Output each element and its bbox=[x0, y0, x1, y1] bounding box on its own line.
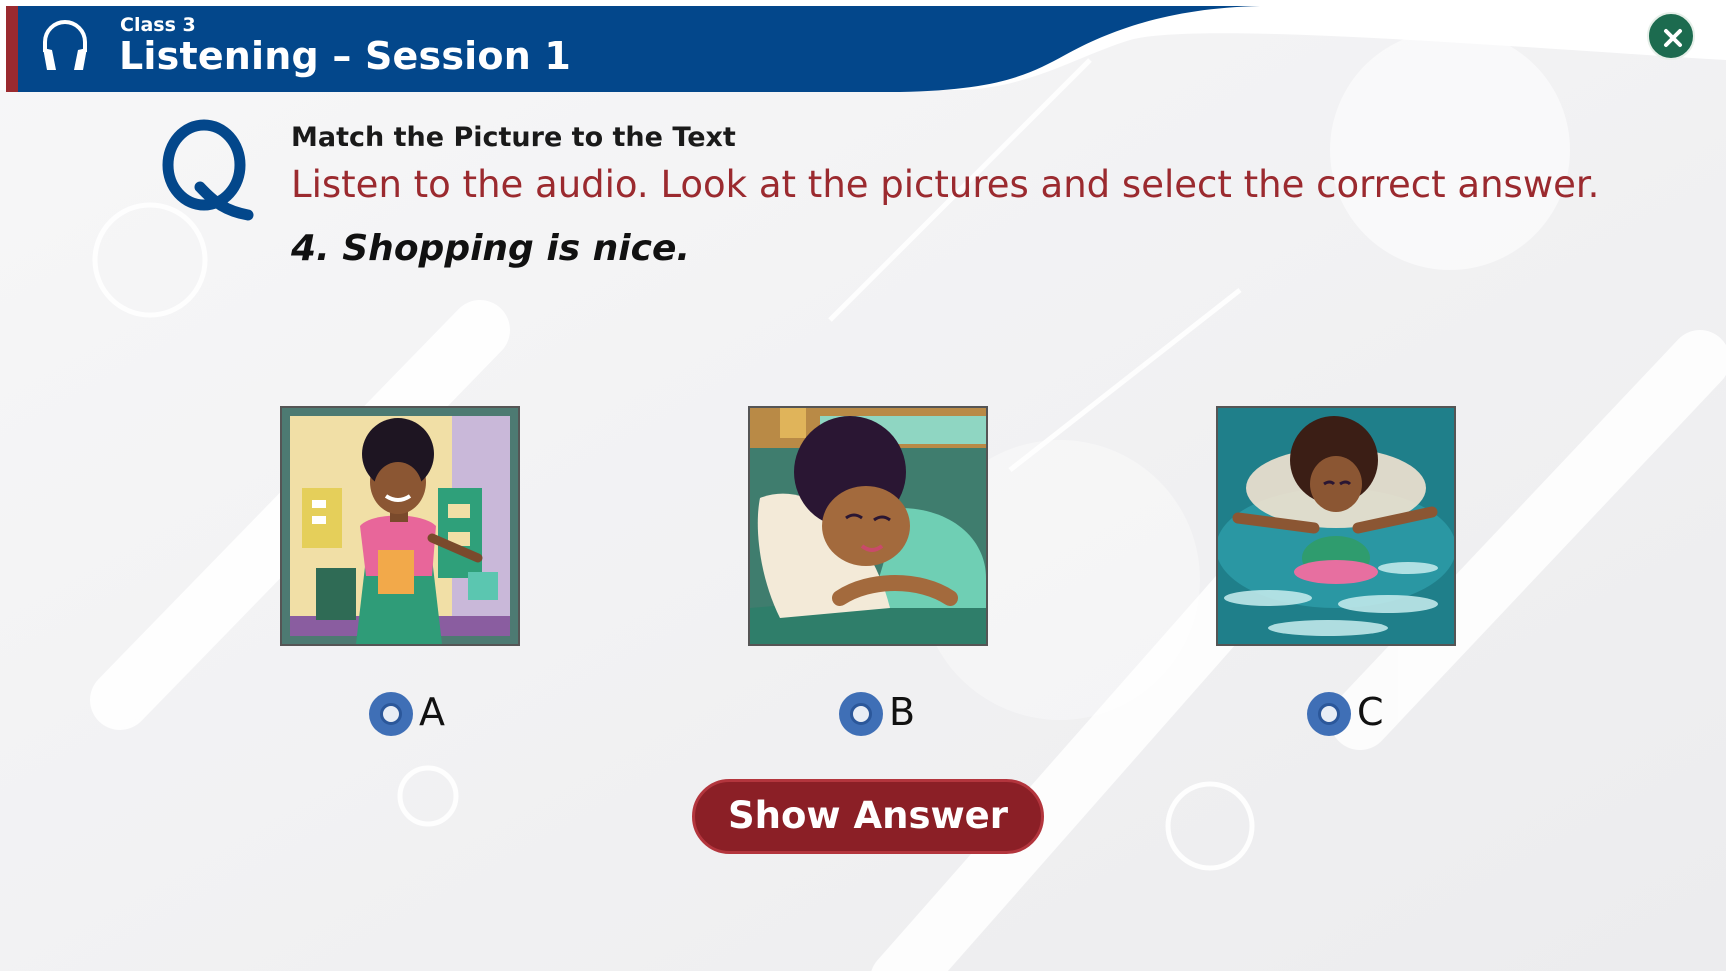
class-label: Class 3 bbox=[120, 14, 196, 36]
option-a-radio[interactable] bbox=[369, 692, 413, 736]
option-c-radio[interactable] bbox=[1307, 692, 1351, 736]
close-icon bbox=[1664, 29, 1682, 47]
radio-dot bbox=[380, 703, 402, 725]
question-text: 4. Shopping is nice. bbox=[291, 228, 691, 269]
listening-activity-screen: Class 3 Listening – Session 1 Match the … bbox=[0, 0, 1726, 971]
instruction-text: Listen to the audio. Look at the picture… bbox=[291, 163, 1600, 206]
girl-sleeping-picture[interactable] bbox=[748, 406, 988, 646]
option-a-label: A bbox=[419, 690, 445, 734]
radio-dot bbox=[1318, 703, 1340, 725]
option-c-label: C bbox=[1357, 690, 1384, 734]
show-answer-button[interactable]: Show Answer bbox=[692, 779, 1044, 854]
option-b-label: B bbox=[889, 690, 916, 734]
girl-shopping-picture[interactable] bbox=[280, 406, 520, 646]
close-button[interactable] bbox=[1647, 12, 1695, 60]
activity-heading: Match the Picture to the Text bbox=[291, 122, 736, 153]
page-title: Listening – Session 1 bbox=[119, 34, 572, 78]
headphones-icon bbox=[38, 14, 92, 74]
radio-dot bbox=[850, 703, 872, 725]
header-accent-strip bbox=[6, 6, 18, 92]
girl-swimming-picture[interactable] bbox=[1216, 406, 1456, 646]
q-icon bbox=[160, 115, 260, 225]
option-b-radio[interactable] bbox=[839, 692, 883, 736]
